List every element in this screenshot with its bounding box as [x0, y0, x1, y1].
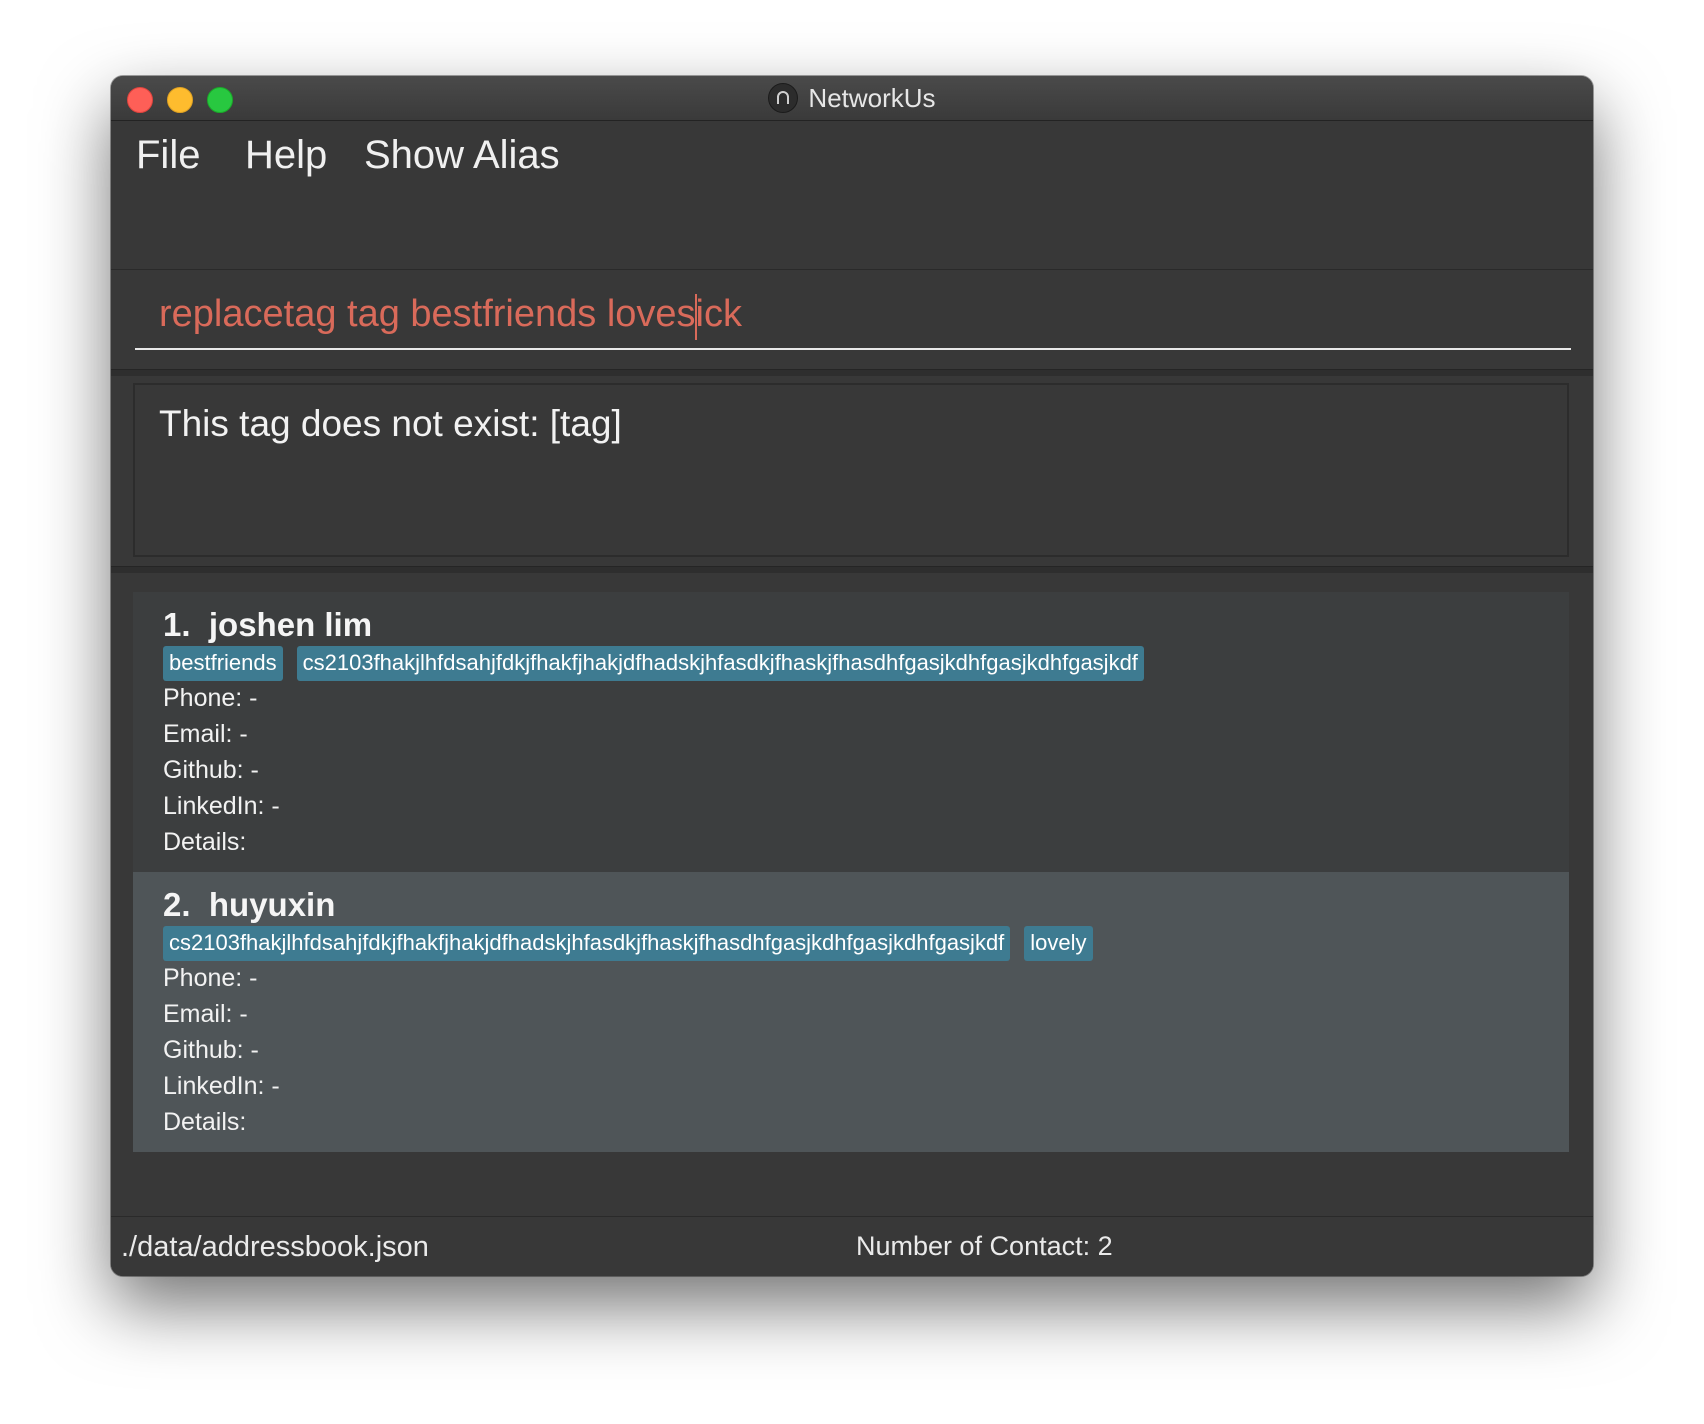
- result-display: This tag does not exist: [tag]: [133, 383, 1569, 557]
- command-input[interactable]: [135, 280, 1571, 350]
- contact-card[interactable]: 2. huyuxin cs2103fhakjlhfdsahjfdkjfhakfj…: [133, 872, 1569, 1152]
- divider: [111, 566, 1593, 573]
- status-bar: ./data/addressbook.json Number of Contac…: [111, 1216, 1593, 1276]
- menu-help[interactable]: Help: [245, 135, 327, 175]
- window-title: NetworkUs: [808, 82, 936, 113]
- menu-show-alias[interactable]: Show Alias: [364, 135, 560, 175]
- contact-count: Number of Contact: 2: [856, 1231, 1113, 1261]
- title-bar[interactable]: NetworkUs: [111, 76, 1593, 121]
- contact-email: Email: -: [163, 1000, 248, 1028]
- contact-details: Details:: [163, 1108, 247, 1136]
- divider: [111, 369, 1593, 376]
- contact-linkedin: LinkedIn: -: [163, 1072, 280, 1100]
- contact-card[interactable]: 1. joshen lim bestfriends cs2103fhakjlhf…: [133, 592, 1569, 872]
- contact-name: 2. huyuxin: [163, 886, 336, 923]
- tag-label: cs2103fhakjlhfdsahjfdkjfhakfjhakjdfhadsk…: [163, 926, 1011, 961]
- contact-email: Email: -: [163, 720, 248, 748]
- contact-name: 1. joshen lim: [163, 606, 373, 643]
- menu-file[interactable]: File: [136, 135, 200, 175]
- contact-linkedin: LinkedIn: -: [163, 792, 280, 820]
- contact-phone: Phone: -: [163, 684, 258, 712]
- contact-details: Details:: [163, 828, 247, 856]
- save-file-path: ./data/addressbook.json: [121, 1231, 429, 1263]
- command-box: [111, 269, 1593, 370]
- contact-phone: Phone: -: [163, 964, 258, 992]
- menu-bar: File Help Show Alias: [111, 121, 1593, 269]
- app-window: NetworkUs File Help Show Alias This tag …: [111, 76, 1593, 1276]
- contact-github: Github: -: [163, 756, 259, 784]
- app-logo-icon: [768, 83, 799, 113]
- tag-label: cs2103fhakjlhfdsahjfdkjfhakfjhakjdfhadsk…: [296, 646, 1144, 681]
- contact-github: Github: -: [163, 1036, 259, 1064]
- text-caret: [695, 294, 697, 340]
- tag-list: bestfriends cs2103fhakjlhfdsahjfdkjfhakf…: [163, 646, 1144, 681]
- contact-list[interactable]: 1. joshen lim bestfriends cs2103fhakjlhf…: [111, 576, 1593, 1276]
- result-message: This tag does not exist: [tag]: [159, 403, 622, 444]
- tag-label: bestfriends: [163, 646, 283, 681]
- tag-label: lovely: [1024, 926, 1093, 961]
- tag-list: cs2103fhakjlhfdsahjfdkjfhakfjhakjdfhadsk…: [163, 926, 1093, 961]
